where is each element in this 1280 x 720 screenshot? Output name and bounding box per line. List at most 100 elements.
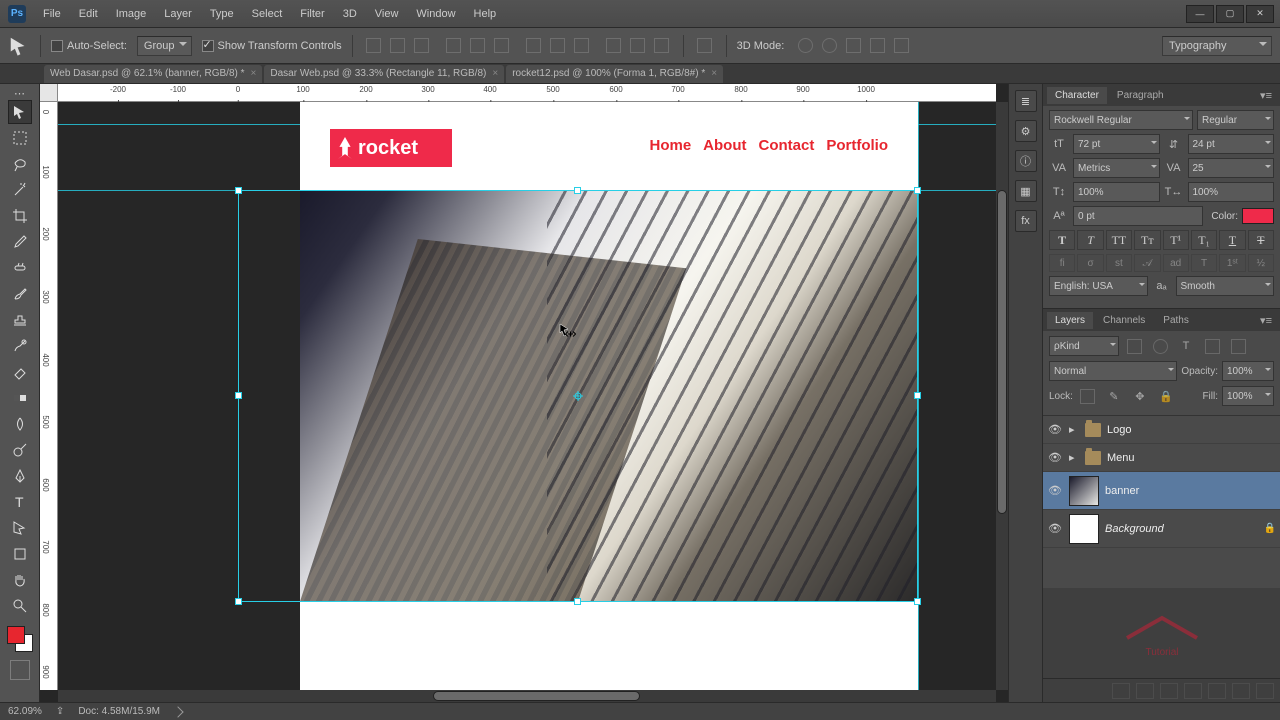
panel-menu-icon[interactable]: ▾≡ bbox=[1256, 314, 1276, 327]
visibility-toggle[interactable]: 👁 bbox=[1047, 521, 1063, 537]
doc-tab-3[interactable]: rocket12.psd @ 100% (Forma 1, RGB/8#) *× bbox=[506, 65, 723, 83]
dist-2-icon[interactable] bbox=[547, 35, 569, 57]
styles-panel-icon[interactable]: fx bbox=[1015, 210, 1037, 232]
tab-character[interactable]: Character bbox=[1047, 87, 1107, 104]
font-style-dropdown[interactable]: Regular bbox=[1197, 110, 1274, 130]
ot-st[interactable]: st bbox=[1106, 254, 1132, 272]
share-icon[interactable]: ⇪ bbox=[56, 706, 64, 717]
type-tool[interactable]: T bbox=[8, 490, 32, 514]
vertical-scrollbar[interactable] bbox=[996, 102, 1008, 690]
visibility-toggle[interactable]: 👁 bbox=[1047, 483, 1063, 499]
align-hcenter-icon[interactable] bbox=[387, 35, 409, 57]
lock-pixels-icon[interactable]: ✎ bbox=[1103, 385, 1125, 407]
menu-3d[interactable]: 3D bbox=[336, 5, 364, 23]
3d-rotate-icon[interactable] bbox=[794, 35, 816, 57]
eraser-tool[interactable] bbox=[8, 360, 32, 384]
dist-4-icon[interactable] bbox=[603, 35, 625, 57]
filter-type-icon[interactable]: T bbox=[1175, 335, 1197, 357]
ot-swash[interactable]: 𝒜 bbox=[1134, 254, 1160, 272]
tab-layers[interactable]: Layers bbox=[1047, 312, 1093, 329]
zoom-tool[interactable] bbox=[8, 594, 32, 618]
menu-window[interactable]: Window bbox=[409, 5, 462, 23]
dodge-tool[interactable] bbox=[8, 438, 32, 462]
layer-background[interactable]: 👁 Background 🔒 bbox=[1043, 510, 1280, 548]
current-tool-icon[interactable] bbox=[8, 35, 30, 57]
ot-sigma[interactable]: σ bbox=[1077, 254, 1103, 272]
marquee-tool[interactable] bbox=[8, 126, 32, 150]
tools-collapse-handle[interactable]: ⋯ bbox=[0, 88, 39, 98]
pen-tool[interactable] bbox=[8, 464, 32, 488]
close-icon[interactable]: × bbox=[711, 68, 717, 79]
underline-button[interactable]: T bbox=[1219, 230, 1245, 250]
dist-1-icon[interactable] bbox=[523, 35, 545, 57]
filter-adjust-icon[interactable] bbox=[1149, 335, 1171, 357]
expand-icon[interactable]: ▸ bbox=[1069, 423, 1079, 436]
fill-field[interactable]: 100% bbox=[1222, 386, 1274, 406]
layer-menu[interactable]: 👁 ▸ Menu bbox=[1043, 444, 1280, 472]
panel-menu-icon[interactable]: ▾≡ bbox=[1256, 89, 1276, 102]
close-icon[interactable]: × bbox=[492, 68, 498, 79]
tab-paragraph[interactable]: Paragraph bbox=[1109, 87, 1172, 104]
ruler-vertical[interactable]: 0100200300400500600700800900 bbox=[40, 102, 58, 690]
zoom-level[interactable]: 62.09% bbox=[8, 706, 42, 717]
new-layer-button[interactable] bbox=[1232, 683, 1250, 699]
menu-file[interactable]: File bbox=[36, 5, 68, 23]
gradient-tool[interactable] bbox=[8, 386, 32, 410]
font-size-field[interactable]: 72 pt bbox=[1073, 134, 1160, 154]
ot-1st[interactable]: 1ˢᵗ bbox=[1219, 254, 1245, 272]
dist-3-icon[interactable] bbox=[571, 35, 593, 57]
antialias-dropdown[interactable]: Smooth bbox=[1176, 276, 1275, 296]
magic-wand-tool[interactable] bbox=[8, 178, 32, 202]
link-layers-button[interactable] bbox=[1112, 683, 1130, 699]
layer-fx-button[interactable] bbox=[1136, 683, 1154, 699]
ruler-horizontal[interactable]: -200-10001002003004005006007008009001000 bbox=[58, 84, 996, 102]
baseline-field[interactable]: 0 pt bbox=[1073, 206, 1203, 226]
bold-button[interactable]: T bbox=[1049, 230, 1075, 250]
align-vcenter-icon[interactable] bbox=[467, 35, 489, 57]
doc-tab-2[interactable]: Dasar Web.psd @ 33.3% (Rectangle 11, RGB… bbox=[264, 65, 504, 83]
menu-type[interactable]: Type bbox=[203, 5, 241, 23]
brush-tool[interactable] bbox=[8, 282, 32, 306]
layer-mask-button[interactable] bbox=[1160, 683, 1178, 699]
kerning-field[interactable]: Metrics bbox=[1073, 158, 1160, 178]
3d-slide-icon[interactable] bbox=[866, 35, 888, 57]
strikethrough-button[interactable]: T bbox=[1248, 230, 1274, 250]
lasso-tool[interactable] bbox=[8, 152, 32, 176]
delete-layer-button[interactable] bbox=[1256, 683, 1274, 699]
quick-mask-toggle[interactable] bbox=[10, 660, 30, 680]
properties-panel-icon[interactable]: ⚙ bbox=[1015, 120, 1037, 142]
lock-all-icon[interactable]: 🔒 bbox=[1155, 385, 1177, 407]
workspace-dropdown[interactable]: Typography bbox=[1162, 36, 1272, 56]
layer-filter-kind[interactable]: ρ Kind bbox=[1049, 336, 1119, 356]
3d-scale-icon[interactable] bbox=[890, 35, 912, 57]
menu-edit[interactable]: Edit bbox=[72, 5, 105, 23]
3d-pan-icon[interactable] bbox=[842, 35, 864, 57]
layer-banner[interactable]: 👁 banner bbox=[1043, 472, 1280, 510]
superscript-button[interactable]: T¹ bbox=[1163, 230, 1189, 250]
lock-position-icon[interactable]: ✥ bbox=[1129, 385, 1151, 407]
crop-tool[interactable] bbox=[8, 204, 32, 228]
document-viewport[interactable]: rocket Home About Contact Portfolio bbox=[58, 102, 996, 690]
subscript-button[interactable]: T₁ bbox=[1191, 230, 1217, 250]
filter-smart-icon[interactable] bbox=[1227, 335, 1249, 357]
menu-layer[interactable]: Layer bbox=[157, 5, 199, 23]
tab-channels[interactable]: Channels bbox=[1095, 312, 1153, 329]
auto-select-dropdown[interactable]: Group bbox=[137, 36, 192, 56]
menu-select[interactable]: Select bbox=[245, 5, 290, 23]
vscale-field[interactable]: 100% bbox=[1073, 182, 1160, 202]
info-panel-icon[interactable]: ⓘ bbox=[1015, 150, 1037, 172]
swatches-panel-icon[interactable]: ▦ bbox=[1015, 180, 1037, 202]
show-transform-checkbox[interactable]: Show Transform Controls bbox=[202, 39, 342, 51]
menu-filter[interactable]: Filter bbox=[293, 5, 331, 23]
allcaps-button[interactable]: TT bbox=[1106, 230, 1132, 250]
menu-view[interactable]: View bbox=[368, 5, 406, 23]
type-color-swatch[interactable] bbox=[1242, 208, 1274, 224]
language-dropdown[interactable]: English: USA bbox=[1049, 276, 1148, 296]
auto-select-checkbox[interactable]: Auto-Select: bbox=[51, 39, 127, 51]
maximize-button[interactable]: ▢ bbox=[1216, 5, 1244, 23]
dist-5-icon[interactable] bbox=[627, 35, 649, 57]
layer-logo[interactable]: 👁 ▸ Logo bbox=[1043, 416, 1280, 444]
align-bottom-icon[interactable] bbox=[491, 35, 513, 57]
hscale-field[interactable]: 100% bbox=[1188, 182, 1275, 202]
tab-paths[interactable]: Paths bbox=[1155, 312, 1197, 329]
